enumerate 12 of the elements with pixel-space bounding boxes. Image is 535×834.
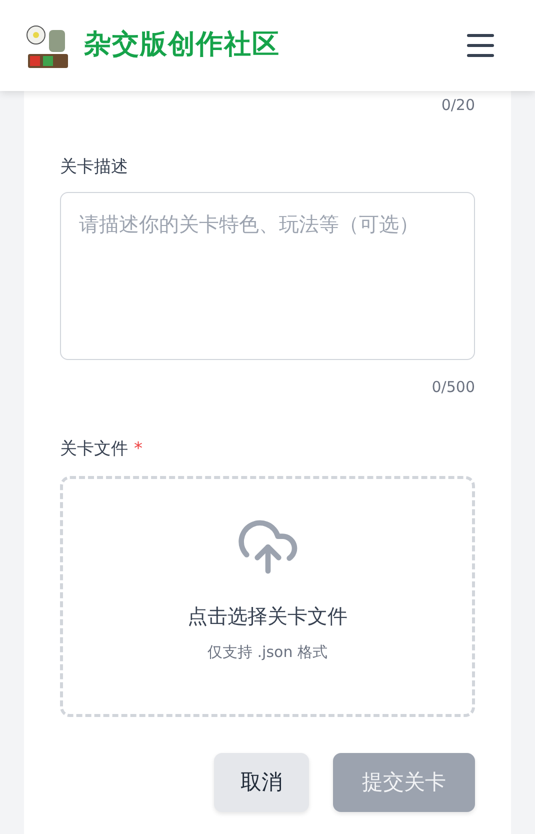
upload-hint: 仅支持 .json 格式: [208, 642, 328, 663]
required-mark: *: [134, 438, 142, 460]
file-dropzone[interactable]: 点击选择关卡文件 仅支持 .json 格式: [60, 476, 475, 717]
description-field[interactable]: 请描述你的关卡特色、玩法等（可选）: [60, 192, 475, 360]
site-title: 杂交版创作社区: [84, 28, 280, 62]
character-counter: 0/500: [432, 377, 475, 398]
upload-prompt: 点击选择关卡文件: [188, 603, 348, 630]
character-counter: 0/20: [441, 95, 475, 116]
field-label: 关卡文件: [60, 438, 128, 460]
menu-icon[interactable]: [467, 34, 495, 57]
field-label: 关卡描述: [60, 156, 128, 176]
cancel-button[interactable]: 取消: [214, 753, 309, 812]
